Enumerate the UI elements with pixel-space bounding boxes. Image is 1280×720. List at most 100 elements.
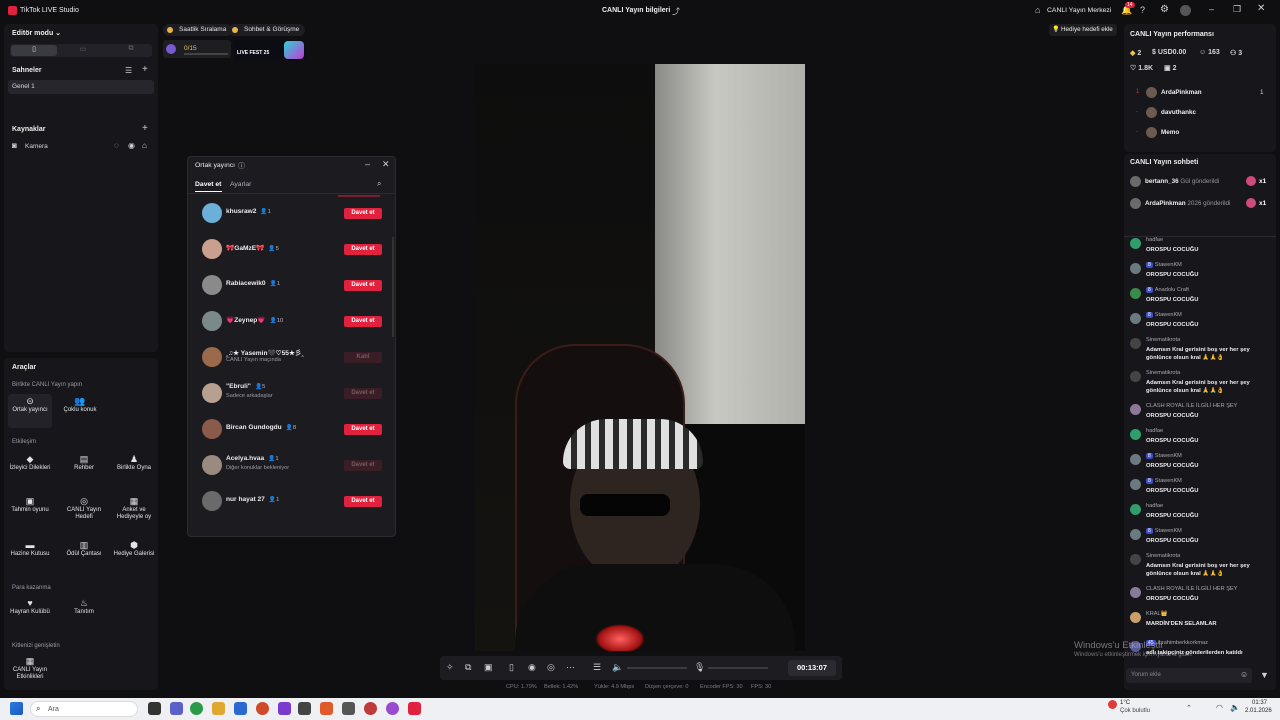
help-icon[interactable]: ? <box>1140 5 1145 15</box>
minimize-dialog-icon[interactable]: – <box>365 159 370 169</box>
invite-button[interactable]: Davet et <box>344 280 382 291</box>
hourly-ranking-chip[interactable]: Saatlik Sıralama <box>163 24 233 36</box>
rank-row[interactable]: - Memo <box>1134 126 1270 140</box>
stat-usd: $ USD0.00 <box>1152 49 1186 56</box>
taskbar-search-label: Ara <box>48 706 59 713</box>
capture-icon[interactable]: ▣ <box>484 662 493 673</box>
tool-reward-bag[interactable]: ▥ Ödül Çantası <box>62 538 106 572</box>
editor-mode-dropdown[interactable]: Editör modu ⌄ <box>12 29 61 37</box>
avatar[interactable] <box>1180 5 1191 16</box>
live-preview[interactable] <box>475 64 805 651</box>
tools-title: Araçlar <box>12 364 37 371</box>
tool-live-events[interactable]: ▦ CANLI Yayın Etkinlikleri <box>8 654 52 688</box>
chip-label: Sohbet & Görüşme <box>244 26 300 33</box>
wifi-icon[interactable]: ◠ <box>1216 703 1223 712</box>
windows-start-icon[interactable] <box>10 702 23 715</box>
tool-guide[interactable]: ▤ Rehber <box>62 452 106 486</box>
invite-button[interactable]: Davet et <box>344 460 382 471</box>
invite-button[interactable]: Davet et <box>344 244 382 255</box>
app3-icon[interactable] <box>342 702 355 715</box>
tool-cohost[interactable]: ⊝ Ortak yayıncı <box>8 394 52 428</box>
info-icon[interactable]: ⓘ <box>238 161 245 171</box>
tool-play-together[interactable]: ♟ Birlikte Oyna <box>112 452 156 486</box>
invite-button[interactable]: Davet et <box>344 208 382 219</box>
mic-icon[interactable]: 🎙 <box>694 662 705 673</box>
more-icon[interactable]: ⋯ <box>566 662 575 673</box>
taskbar-search[interactable]: ⌕ Ara <box>30 701 138 717</box>
tool-poll[interactable]: ▦ Anket ve Hediyeyle oy <box>112 494 156 528</box>
add-scene-icon[interactable]: + <box>142 64 148 75</box>
tool-prediction[interactable]: ▣ Tahmin oyunu <box>8 494 52 528</box>
close-dialog-icon[interactable]: ✕ <box>382 159 390 170</box>
chrome3-icon[interactable] <box>364 702 377 715</box>
app2-icon[interactable] <box>298 702 311 715</box>
files-icon[interactable] <box>212 702 225 715</box>
eye-icon[interactable]: ◉ <box>128 141 135 150</box>
tiktok-icon[interactable] <box>408 702 421 715</box>
tool-treasure-box[interactable]: ▬ Hazine Kutusu <box>8 538 52 572</box>
restore-icon[interactable]: ❐ <box>1233 4 1241 15</box>
chrome-icon[interactable] <box>190 702 203 715</box>
tool-gift-gallery[interactable]: ⬢ Hediye Galerisi <box>112 538 156 572</box>
scrollbar[interactable] <box>392 237 394 337</box>
tool-fan-club[interactable]: ♥ Hayran Kulübü <box>8 596 52 630</box>
tool-promote[interactable]: ♨ Tanıtım <box>62 596 106 630</box>
rank-row[interactable]: 1 ArdaPinkman 1 <box>1134 86 1270 100</box>
store-icon[interactable] <box>234 702 247 715</box>
live-info-title[interactable]: CANLI Yayın bilgileri <box>602 7 670 14</box>
tool-multiguest[interactable]: 👥 Çoklu konuk <box>58 394 102 428</box>
record-icon[interactable]: ◉ <box>528 662 536 673</box>
minimize-icon[interactable]: – <box>1209 4 1214 14</box>
search-icon[interactable]: ⌕ <box>377 179 381 189</box>
mixer-icon[interactable]: ☰ <box>593 662 601 673</box>
tool-live-goal[interactable]: ◎ CANLI Yayın Hedefi <box>62 494 106 528</box>
file-explorer-icon[interactable] <box>148 702 161 715</box>
invite-button[interactable]: Davet et <box>344 388 382 399</box>
send-icon[interactable]: ▼ <box>1260 670 1269 680</box>
invite-button[interactable]: Davet et <box>344 424 382 435</box>
volume-icon[interactable]: 🔈 <box>1230 703 1240 712</box>
source-label[interactable]: Kamera <box>25 143 48 150</box>
tray-chevron-icon[interactable]: ⌃ <box>1186 704 1192 712</box>
effects-icon[interactable]: ⧉ <box>465 662 471 673</box>
dual-layout-button[interactable]: ⧉ <box>108 45 154 56</box>
gift-goal-button[interactable]: 💡 Hediye hedefi ekle <box>1049 24 1117 36</box>
magic-icon[interactable]: ✧ <box>446 662 454 673</box>
target-icon[interactable]: ◎ <box>547 662 555 673</box>
app-icon[interactable] <box>278 702 291 715</box>
mic-volume-slider[interactable] <box>708 667 768 669</box>
stat-value: 3 <box>1238 50 1243 57</box>
adjust-icon[interactable]: ◌ <box>114 141 119 150</box>
home-icon[interactable]: ⌂ <box>1035 5 1040 15</box>
share-icon[interactable]: ⤴ <box>672 6 680 17</box>
comment-input[interactable]: Yorum ekle ☺ <box>1126 668 1252 683</box>
tab-settings[interactable]: Ayarlar <box>230 181 251 188</box>
emoji-icon[interactable]: ☺ <box>1240 670 1248 679</box>
gift-counter[interactable]: 0/15 <box>163 40 231 58</box>
invite-button[interactable]: Davet et <box>344 316 382 327</box>
list-icon[interactable]: ☰ <box>125 66 132 75</box>
app4-icon[interactable] <box>386 702 399 715</box>
teams-icon[interactable] <box>170 702 183 715</box>
tool-viewer-wishes[interactable]: ◆ İzleyici Dilekleri <box>8 452 52 486</box>
tab-invite[interactable]: Davet et <box>195 181 221 188</box>
invite-button[interactable]: Davet et <box>344 496 382 507</box>
rank-row[interactable]: - davuthankc <box>1134 106 1270 120</box>
speaker-volume-slider[interactable] <box>627 667 687 669</box>
live-center-link[interactable]: CANLI Yayın Merkezi <box>1047 7 1111 14</box>
scene-item[interactable]: Genel 1 <box>8 80 154 94</box>
settings-icon[interactable]: ⚙ <box>1160 4 1169 15</box>
landscape-layout-button[interactable]: ▭ <box>60 45 106 56</box>
portrait-layout-button[interactable]: ▯ <box>11 45 57 56</box>
fest-banner[interactable]: LIVE FEST 25 <box>234 40 306 60</box>
chat-user: hadfae <box>1146 503 1163 509</box>
brave-icon[interactable] <box>320 702 333 715</box>
add-source-icon[interactable]: + <box>142 123 148 134</box>
lock-icon[interactable]: ⌂ <box>142 141 147 150</box>
chat-call-chip[interactable]: Sohbet & Görüşme <box>228 24 306 36</box>
speaker-icon[interactable]: 🔈 <box>612 662 623 673</box>
invite-button[interactable]: Katıl <box>344 352 382 363</box>
chrome2-icon[interactable] <box>256 702 269 715</box>
phone-icon[interactable]: ▯ <box>509 662 514 673</box>
close-icon[interactable]: ✕ <box>1257 3 1265 14</box>
